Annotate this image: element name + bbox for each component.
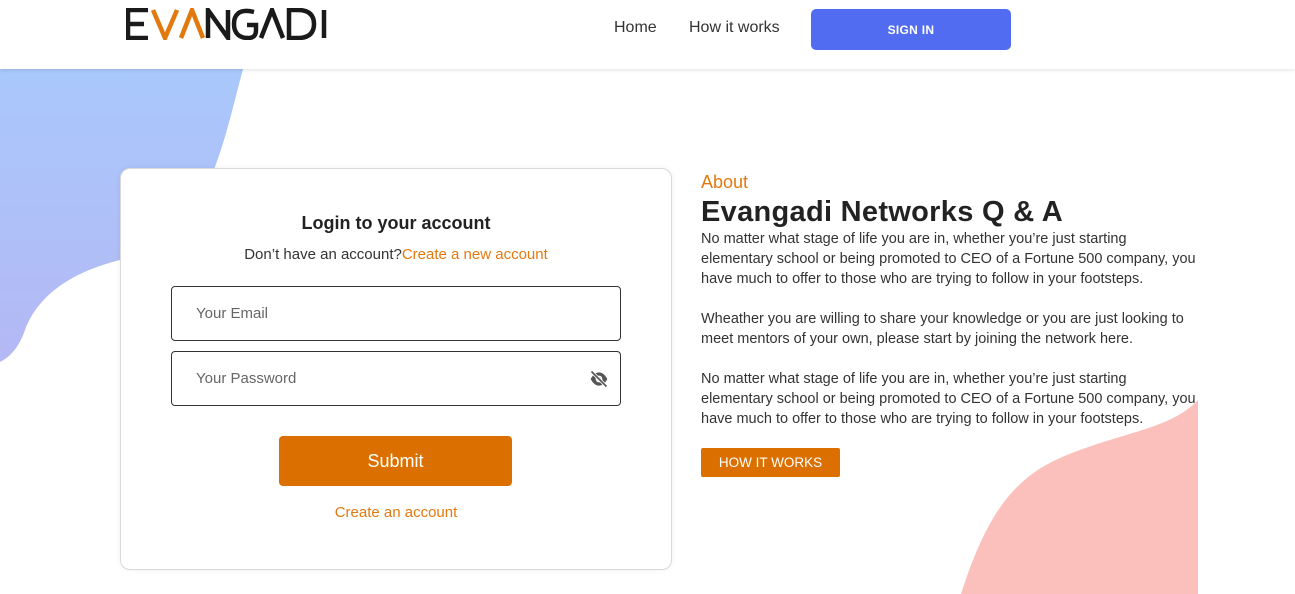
about-title: Evangadi Networks Q & A <box>701 196 1063 228</box>
how-it-works-button[interactable]: HOW IT WORKS <box>701 448 840 477</box>
about-label: About <box>701 172 749 192</box>
sign-in-button[interactable]: SIGN IN <box>811 9 1011 50</box>
nav-how-it-works-link[interactable]: How it works <box>689 19 780 37</box>
login-card: Login to your account Don’t have an acco… <box>120 168 672 570</box>
login-title: Login to your account <box>301 213 491 233</box>
top-navbar: Home How it works SIGN IN <box>0 0 1295 69</box>
logo-wordmark <box>126 8 327 40</box>
evangadi-logo[interactable] <box>126 8 328 40</box>
about-paragraph: No matter what stage of life you are in,… <box>701 371 1196 427</box>
eye-slash-icon[interactable] <box>589 369 609 389</box>
create-new-account-link[interactable]: Create a new account <box>402 246 548 263</box>
no-account-text: Don’t have an account? <box>244 246 402 263</box>
create-account-link[interactable]: Create an account <box>121 504 671 521</box>
password-field-wrapper <box>171 351 621 406</box>
signup-prompt: Don’t have an account?Create a new accou… <box>121 246 671 263</box>
submit-button[interactable]: Submit <box>279 436 512 486</box>
email-field-wrapper <box>171 286 621 341</box>
password-input[interactable] <box>172 352 620 405</box>
email-input[interactable] <box>172 287 620 340</box>
about-paragraph: No matter what stage of life you are in,… <box>701 231 1196 287</box>
nav-home-link[interactable]: Home <box>614 19 657 37</box>
about-paragraph: Wheather you are willing to share your k… <box>701 311 1184 347</box>
about-section: About Evangadi Networks Q & A No matter … <box>701 172 1201 477</box>
